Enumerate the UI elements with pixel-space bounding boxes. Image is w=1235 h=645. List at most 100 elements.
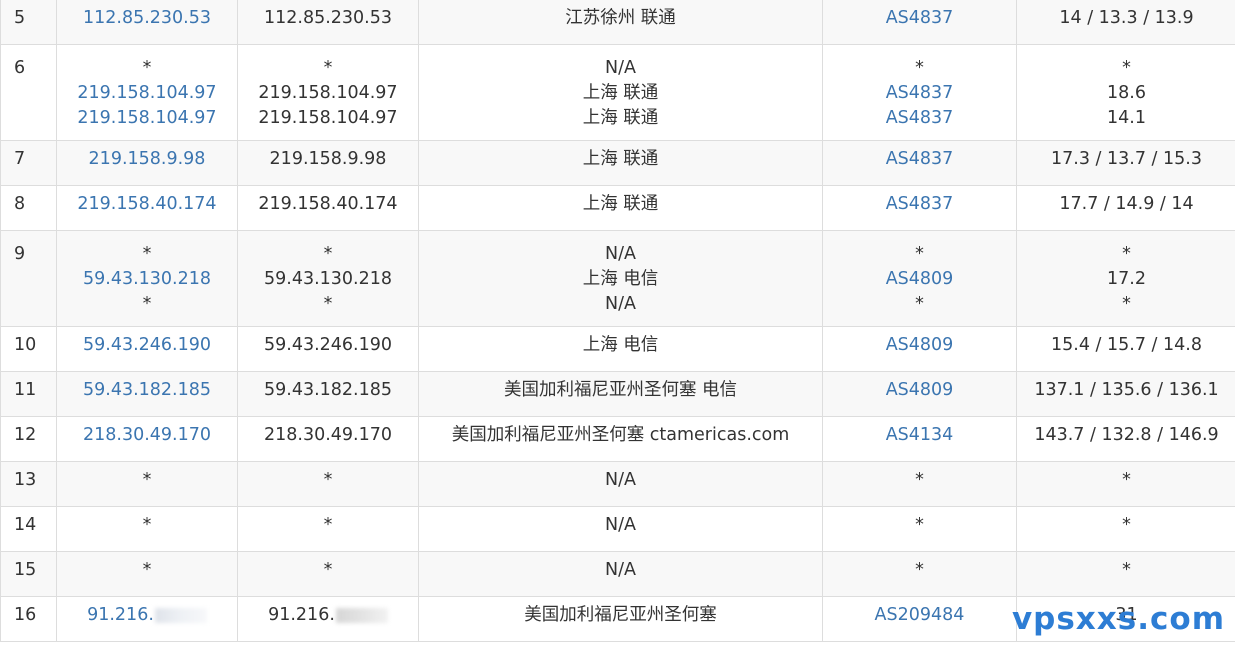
asn-link[interactable]: AS4837 <box>824 81 1016 106</box>
hop-number: 16 <box>0 596 57 642</box>
latency-cell: * 17.2 * <box>1016 230 1235 327</box>
no-response-text: * <box>142 470 152 490</box>
no-response-marker: * <box>1018 558 1235 583</box>
no-response-marker: * <box>58 292 237 317</box>
asn-cell: AS4134 <box>822 416 1017 462</box>
ip-address-link[interactable]: 59.43.246.190 <box>58 333 237 358</box>
no-response-text: * <box>323 58 333 78</box>
hostname-text: 112.85.230.53 <box>239 6 418 31</box>
hop-row: 6 * 219.158.104.97 219.158.104.97 * 219.158.1… <box>0 44 1235 141</box>
location-text: N/A <box>420 468 822 493</box>
ip-address-link[interactable]: 219.158.104.97 <box>58 106 237 131</box>
hop-row: 10 59.43.246.190 59.43.246.190 上海 电信 AS4809 1… <box>0 326 1235 372</box>
hop-number: 9 <box>0 230 57 327</box>
location-cell: N/A 上海 电信 N/A <box>418 230 823 327</box>
ip-address-link-label: 59.43.130.218 <box>82 269 212 289</box>
hostname-text: 219.158.104.97 <box>239 106 418 131</box>
location-text-label: 上海 联通 <box>582 83 659 103</box>
asn-link[interactable]: AS4837 <box>824 192 1016 217</box>
site-watermark: vpsxxs.com <box>1011 601 1225 637</box>
location-text-label: 上海 电信 <box>582 269 659 289</box>
no-response-text: * <box>915 244 924 264</box>
location-text-label: 上海 联通 <box>582 194 659 214</box>
traceroute-table-body: 5 112.85.230.53 112.85.230.53 江苏徐州 联通 AS4837… <box>0 0 1235 642</box>
hostname-text: 59.43.182.185 <box>239 378 418 403</box>
hop-row: 9 * 59.43.130.218 * * 59.43.130.218 * N/A 上海 电信 N… <box>0 230 1235 327</box>
no-response-marker: * <box>58 558 237 583</box>
asn-link[interactable]: AS4837 <box>824 6 1016 31</box>
ip-address-link[interactable]: 59.43.182.185 <box>58 378 237 403</box>
ip-address-link[interactable]: 219.158.9.98 <box>58 147 237 172</box>
hostname-cell: 219.158.9.98 <box>237 140 419 186</box>
no-response-marker: * <box>824 292 1016 317</box>
asn-link[interactable]: AS4809 <box>824 333 1016 358</box>
location-text-label: 上海 联通 <box>582 108 659 128</box>
ip-address-link[interactable]: 219.158.104.97 <box>58 81 237 106</box>
ip-cell: 59.43.182.185 <box>56 371 238 417</box>
hostname-cell: * 219.158.104.97 219.158.104.97 <box>237 44 419 141</box>
asn-link-label: AS4809 <box>885 335 954 355</box>
hostname-text-label: 112.85.230.53 <box>263 8 393 28</box>
location-text: 美国加利福尼亚州圣何塞 <box>420 603 822 628</box>
ip-address-link[interactable]: 91.216. <box>58 603 237 628</box>
asn-link[interactable]: AS4837 <box>824 147 1016 172</box>
asn-cell: AS4809 <box>822 326 1017 372</box>
location-text: N/A <box>420 292 822 317</box>
ip-address-link[interactable]: 112.85.230.53 <box>58 6 237 31</box>
ip-address-link-label: 218.30.49.170 <box>82 425 212 445</box>
hostname-text-label: 219.158.40.174 <box>258 194 398 214</box>
no-response-marker: * <box>824 56 1016 81</box>
hostname-text-label: 219.158.104.97 <box>258 83 398 103</box>
hop-row: 11 59.43.182.185 59.43.182.185 美国加利福尼亚州圣何塞 … <box>0 371 1235 417</box>
no-response-text: * <box>142 560 152 580</box>
ip-cell: * <box>56 461 238 507</box>
hostname-text-label: 59.43.182.185 <box>263 380 393 400</box>
latency-text-label: 17.7 / 14.9 / 14 <box>1059 194 1194 214</box>
asn-cell: AS4837 <box>822 185 1017 231</box>
location-cell: 美国加利福尼亚州圣何塞 <box>418 596 823 642</box>
location-text-label: 美国加利福尼亚州圣何塞 <box>524 605 717 625</box>
no-response-marker: * <box>1018 292 1235 317</box>
latency-text: 143.7 / 132.8 / 146.9 <box>1018 423 1235 448</box>
no-response-text: * <box>323 294 333 314</box>
asn-cell: * <box>822 461 1017 507</box>
ip-address-link[interactable]: 59.43.130.218 <box>58 267 237 292</box>
asn-link-label: AS4837 <box>885 108 954 128</box>
hop-number: 10 <box>0 326 57 372</box>
asn-link[interactable]: AS4809 <box>824 267 1016 292</box>
latency-text-label: 14.1 <box>1107 108 1146 128</box>
latency-text: 137.1 / 135.6 / 136.1 <box>1018 378 1235 403</box>
ip-cell: * 59.43.130.218 * <box>56 230 238 327</box>
location-text: 江苏徐州 联通 <box>420 6 822 31</box>
location-cell: N/A <box>418 461 823 507</box>
no-response-marker: * <box>239 558 418 583</box>
hostname-cell: * <box>237 506 419 552</box>
hostname-text: 219.158.104.97 <box>239 81 418 106</box>
asn-link[interactable]: AS209484 <box>824 603 1016 628</box>
latency-text: 14 / 13.3 / 13.9 <box>1018 6 1235 31</box>
asn-link[interactable]: AS4134 <box>824 423 1016 448</box>
no-response-text: * <box>1122 294 1131 314</box>
hop-number: 7 <box>0 140 57 186</box>
ip-address-link[interactable]: 218.30.49.170 <box>58 423 237 448</box>
location-cell: N/A <box>418 551 823 597</box>
asn-link[interactable]: AS4837 <box>824 106 1016 131</box>
no-response-marker: * <box>824 513 1016 538</box>
asn-link[interactable]: AS4809 <box>824 378 1016 403</box>
latency-text: 17.3 / 13.7 / 15.3 <box>1018 147 1235 172</box>
location-text-label: N/A <box>605 58 636 78</box>
hostname-text: 218.30.49.170 <box>239 423 418 448</box>
traceroute-table: 5 112.85.230.53 112.85.230.53 江苏徐州 联通 AS4837… <box>0 0 1235 642</box>
asn-cell: * AS4837 AS4837 <box>822 44 1017 141</box>
latency-cell: 137.1 / 135.6 / 136.1 <box>1016 371 1235 417</box>
ip-address-link[interactable]: 219.158.40.174 <box>58 192 237 217</box>
hostname-text-label: 219.158.9.98 <box>269 149 387 169</box>
no-response-marker: * <box>824 468 1016 493</box>
asn-cell: * <box>822 506 1017 552</box>
location-text: 上海 联通 <box>420 81 822 106</box>
no-response-marker: * <box>239 468 418 493</box>
hostname-cell: 219.158.40.174 <box>237 185 419 231</box>
hostname-cell: 59.43.182.185 <box>237 371 419 417</box>
latency-cell: 15.4 / 15.7 / 14.8 <box>1016 326 1235 372</box>
hostname-cell: 218.30.49.170 <box>237 416 419 462</box>
